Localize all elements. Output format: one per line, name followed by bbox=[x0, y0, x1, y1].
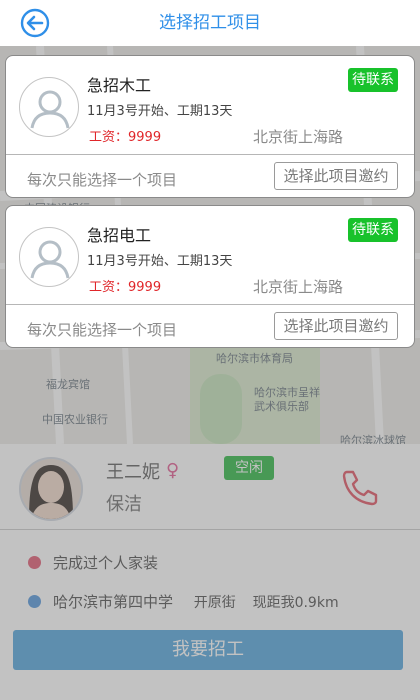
page-title: 选择招工项目 bbox=[159, 13, 261, 33]
select-job-button[interactable]: 选择此项目邀约 bbox=[274, 162, 398, 190]
user-placeholder-icon bbox=[19, 77, 79, 137]
job-wage: 工资：9999 bbox=[89, 280, 162, 295]
job-location: 北京街上海路 bbox=[253, 278, 344, 296]
job-location: 北京街上海路 bbox=[253, 128, 344, 146]
job-status-badge: 待联系 bbox=[348, 68, 398, 92]
job-schedule: 11月3号开始、工期13天 bbox=[87, 254, 233, 269]
divider bbox=[6, 304, 414, 305]
job-title: 急招木工 bbox=[87, 76, 152, 95]
user-placeholder-icon bbox=[19, 227, 79, 287]
job-wage: 工资：9999 bbox=[89, 130, 162, 145]
job-hint: 每次只能选择一个项目 bbox=[27, 171, 178, 189]
job-hint: 每次只能选择一个项目 bbox=[27, 321, 178, 339]
select-job-button[interactable]: 选择此项目邀约 bbox=[274, 312, 398, 340]
job-card[interactable]: 急招木工 待联系 11月3号开始、工期13天 工资：9999 北京街上海路 每次… bbox=[5, 55, 415, 198]
header-bar: 选择招工项目 bbox=[0, 0, 420, 46]
job-status-badge: 待联系 bbox=[348, 218, 398, 242]
job-title: 急招电工 bbox=[87, 226, 152, 245]
job-card[interactable]: 急招电工 待联系 11月3号开始、工期13天 工资：9999 北京街上海路 每次… bbox=[5, 205, 415, 348]
job-schedule: 11月3号开始、工期13天 bbox=[87, 104, 233, 119]
divider bbox=[6, 154, 414, 155]
